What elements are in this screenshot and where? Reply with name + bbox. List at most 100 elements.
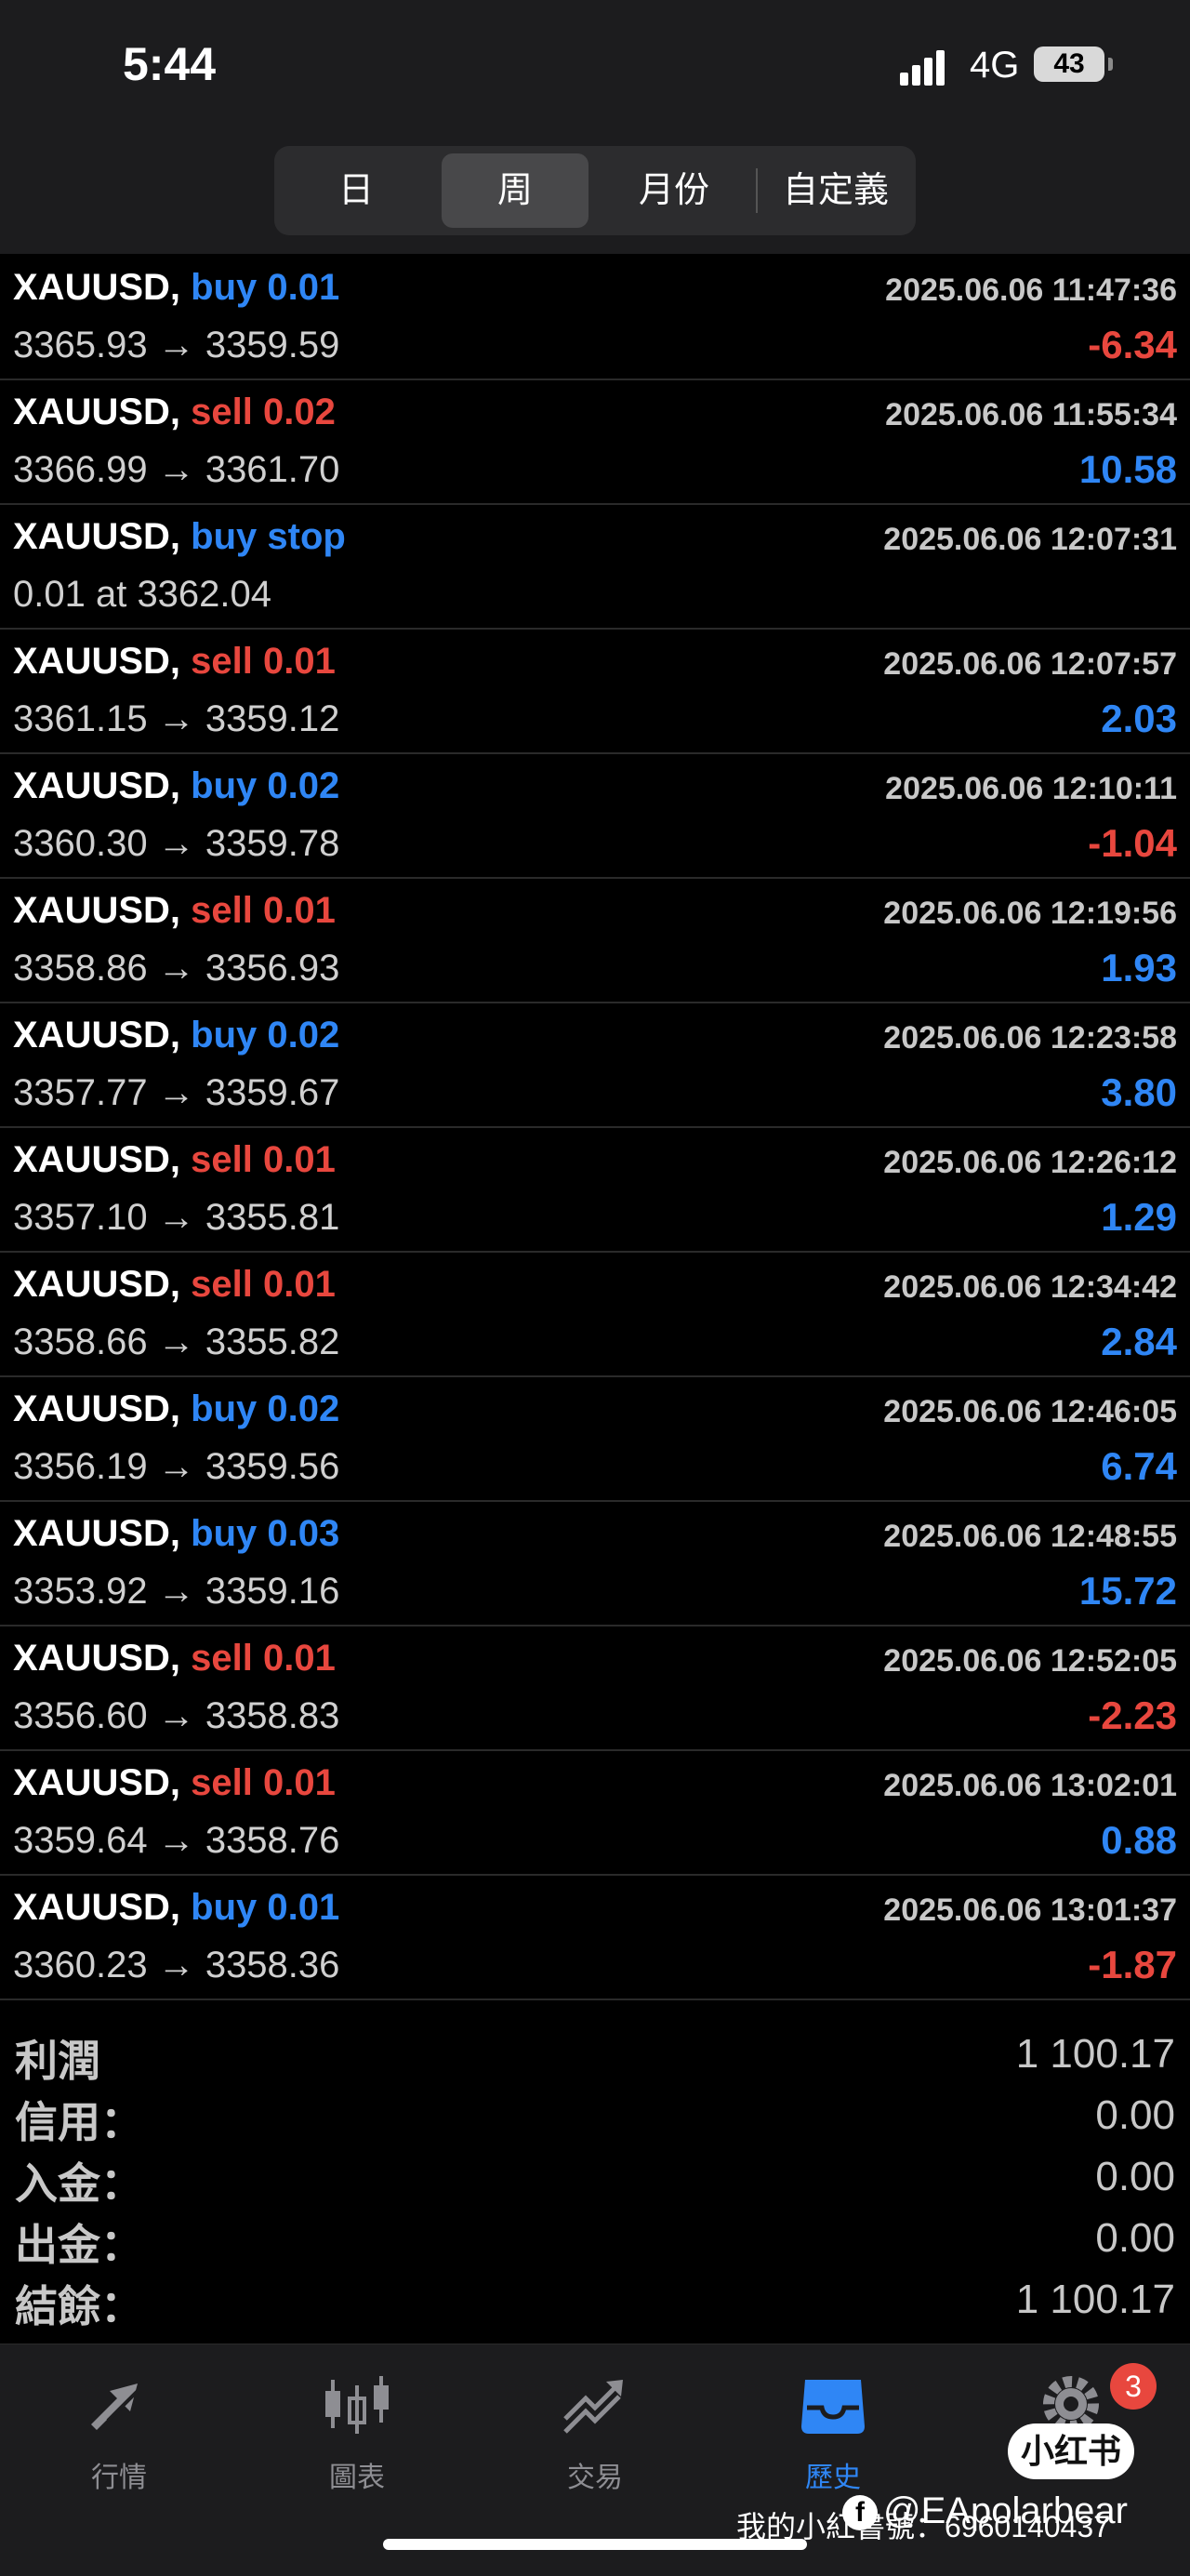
trade-row[interactable]: XAUUSD, sell 0.01 2025.06.06 12:52:05 3356… (0, 1627, 1190, 1751)
trade-profit: 3.80 (1101, 1070, 1177, 1114)
trade-symbol-line: XAUUSD, sell 0.01 (13, 1638, 336, 1680)
trade-time: 2025.06.06 11:55:34 (885, 397, 1177, 432)
trade-symbol-line: XAUUSD, sell 0.01 (13, 890, 336, 932)
trade-side: sell 0.02 (191, 392, 336, 432)
trade-symbol: XAUUSD, (13, 1139, 181, 1180)
trade-row[interactable]: XAUUSD, buy 0.01 2025.06.06 11:47:36 3365.… (0, 256, 1190, 380)
trade-profit: 6.74 (1101, 1444, 1177, 1488)
trade-side: sell 0.01 (191, 890, 336, 931)
trade-symbol: XAUUSD, (13, 1388, 181, 1429)
summary-row: 信用： 0.00 (0, 2089, 1190, 2150)
trade-profit: 0.88 (1101, 1818, 1177, 1862)
trade-prices: 3366.99 → 3361.70 (13, 449, 340, 490)
history-header: 日 周 月份 自定義 (0, 135, 1190, 254)
trade-symbol-line: XAUUSD, buy 0.02 (13, 765, 339, 807)
trade-row[interactable]: XAUUSD, buy 0.02 2025.06.06 12:23:58 3357.… (0, 1003, 1190, 1128)
battery-icon: 43 (1034, 46, 1104, 82)
trade-side: buy 0.03 (191, 1513, 340, 1554)
trade-symbol: XAUUSD, (13, 516, 181, 557)
trade-profit: 1.29 (1101, 1195, 1177, 1239)
trade-prices: 3357.77 → 3359.67 (13, 1072, 340, 1113)
summary-label: 利潤 (15, 2037, 100, 2085)
status-time: 5:44 (123, 38, 217, 90)
trade-row[interactable]: XAUUSD, buy 0.02 2025.06.06 12:10:11 3360.… (0, 754, 1190, 879)
trade-profit: -2.23 (1088, 1693, 1177, 1737)
summary-row: 入金： 0.00 (0, 2150, 1190, 2211)
trade-time: 2025.06.06 12:34:42 (883, 1269, 1177, 1305)
trade-row[interactable]: XAUUSD, sell 0.01 2025.06.06 12:07:57 3361… (0, 630, 1190, 754)
trade-time: 2025.06.06 12:19:56 (883, 896, 1177, 931)
trade-time: 2025.06.06 11:47:36 (885, 272, 1177, 308)
trade-row[interactable]: XAUUSD, buy 0.03 2025.06.06 12:48:55 3353.… (0, 1502, 1190, 1627)
trade-symbol-line: XAUUSD, buy 0.02 (13, 1388, 339, 1430)
trade-side: buy 0.02 (191, 1388, 340, 1429)
nav-quotes[interactable]: 行情 (0, 2344, 238, 2503)
trade-prices: 3358.86 → 3356.93 (13, 948, 340, 989)
nav-charts[interactable]: 圖表 (238, 2344, 476, 2503)
summary-value: 0.00 (1095, 2092, 1175, 2138)
trade-symbol-line: XAUUSD, sell 0.01 (13, 641, 336, 683)
account-summary: 利潤 1 100.17 信用： 0.00 入金： 0.00 出金： 0.00 結餘： 1 100.… (0, 2027, 1190, 2334)
trade-profit: -1.87 (1088, 1943, 1177, 1986)
summary-value: 1 100.17 (1015, 2277, 1175, 2322)
trade-row[interactable]: XAUUSD, buy stop 2025.06.06 12:07:31 0.01 … (0, 505, 1190, 630)
trade-time: 2025.06.06 12:52:05 (883, 1643, 1177, 1679)
tab-month[interactable]: 月份 (600, 153, 748, 228)
trade-prices: 3358.66 → 3355.82 (13, 1321, 340, 1362)
watermark-handle-text: @EApolarbear (883, 2490, 1128, 2531)
trade-symbol-line: XAUUSD, buy stop (13, 516, 346, 558)
trade-prices: 3353.92 → 3359.16 (13, 1571, 340, 1612)
trade-time: 2025.06.06 13:01:37 (883, 1892, 1177, 1928)
trade-symbol: XAUUSD, (13, 267, 181, 308)
history-inbox-icon (801, 2380, 865, 2434)
summary-label: 出金： (15, 2221, 143, 2269)
trade-side: buy 0.01 (191, 267, 340, 308)
trade-symbol: XAUUSD, (13, 641, 181, 682)
trade-side: sell 0.01 (191, 1264, 336, 1305)
summary-label: 信用： (15, 2098, 143, 2146)
notification-badge: 3 (1110, 2363, 1157, 2410)
trade-time: 2025.06.06 12:48:55 (883, 1519, 1177, 1554)
status-bar: 5:44 4G 43 (0, 0, 1190, 135)
tab-day[interactable]: 日 (282, 153, 430, 228)
trade-prices: 3365.93 → 3359.59 (13, 325, 340, 365)
trade-row[interactable]: XAUUSD, sell 0.01 2025.06.06 12:19:56 3358… (0, 879, 1190, 1003)
trade-time: 2025.06.06 12:46:05 (883, 1394, 1177, 1429)
trade-row[interactable]: XAUUSD, sell 0.01 2025.06.06 12:34:42 3358… (0, 1253, 1190, 1377)
summary-value: 0.00 (1095, 2215, 1175, 2261)
trade-symbol-line: XAUUSD, buy 0.03 (13, 1513, 339, 1555)
trade-symbol: XAUUSD, (13, 765, 181, 806)
trade-prices: 3356.60 → 3358.83 (13, 1695, 340, 1736)
summary-row: 利潤 1 100.17 (0, 2027, 1190, 2089)
trade-symbol-line: XAUUSD, buy 0.01 (13, 1887, 339, 1929)
trade-prices: 3360.23 → 3358.36 (13, 1945, 340, 1985)
trade-row[interactable]: XAUUSD, sell 0.02 2025.06.06 11:55:34 3366… (0, 380, 1190, 505)
network-type: 4G (970, 45, 1020, 86)
trade-symbol: XAUUSD, (13, 1887, 181, 1928)
quotes-arrows-icon (91, 2383, 139, 2430)
nav-trade[interactable]: 交易 (476, 2344, 714, 2503)
trade-side: sell 0.01 (191, 641, 336, 682)
nav-history-label: 歷史 (805, 2463, 861, 2493)
trade-row[interactable]: XAUUSD, sell 0.01 2025.06.06 12:26:12 3357… (0, 1128, 1190, 1253)
trade-profit: -1.04 (1088, 821, 1177, 865)
summary-value: 1 100.17 (1015, 2031, 1175, 2077)
tab-week[interactable]: 周 (442, 153, 588, 228)
nav-quotes-label: 行情 (91, 2463, 147, 2493)
trade-symbol-line: XAUUSD, sell 0.01 (13, 1264, 336, 1306)
tab-custom[interactable]: 自定義 (763, 153, 908, 228)
trade-history-list: XAUUSD, buy 0.01 2025.06.06 11:47:36 3365.… (0, 256, 1190, 2000)
trade-side: sell 0.01 (191, 1638, 336, 1679)
trade-symbol: XAUUSD, (13, 1762, 181, 1803)
trade-row[interactable]: XAUUSD, buy 0.02 2025.06.06 12:46:05 3356.… (0, 1377, 1190, 1502)
trade-row[interactable]: XAUUSD, sell 0.01 2025.06.06 13:02:01 3359… (0, 1751, 1190, 1876)
trade-symbol: XAUUSD, (13, 890, 181, 931)
trade-prices: 0.01 at 3362.04 (13, 574, 272, 615)
summary-row: 出金： 0.00 (0, 2211, 1190, 2273)
trade-time: 2025.06.06 12:07:57 (883, 646, 1177, 682)
trade-symbol-line: XAUUSD, buy 0.01 (13, 267, 339, 309)
nav-history[interactable]: 歷史 (714, 2344, 952, 2503)
trade-time: 2025.06.06 12:07:31 (883, 522, 1177, 557)
trade-row[interactable]: XAUUSD, buy 0.01 2025.06.06 13:01:37 3360.… (0, 1876, 1190, 2000)
trade-symbol: XAUUSD, (13, 1015, 181, 1056)
